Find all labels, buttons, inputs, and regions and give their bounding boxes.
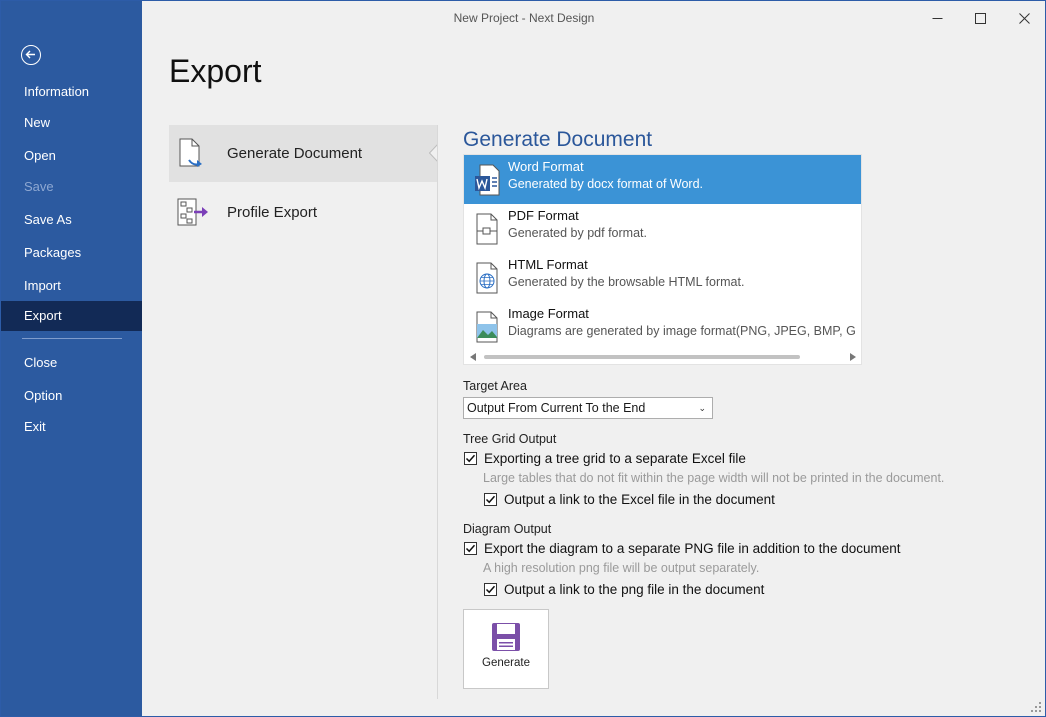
sidebar-item-exit[interactable]: Exit bbox=[1, 412, 142, 442]
maximize-icon[interactable] bbox=[965, 6, 995, 30]
word-file-icon bbox=[474, 164, 500, 196]
diagram-output-label: Diagram Output bbox=[463, 522, 552, 536]
back-arrow-icon[interactable] bbox=[21, 45, 41, 65]
sidebar-divider bbox=[22, 338, 122, 339]
section-title: Generate Document bbox=[463, 128, 653, 151]
sidebar-item-save-as[interactable]: Save As bbox=[1, 205, 142, 235]
sidebar-item-close[interactable]: Close bbox=[1, 348, 142, 378]
minimize-icon[interactable] bbox=[922, 6, 952, 30]
generate-button[interactable]: Generate bbox=[463, 609, 549, 689]
option-label: Generate Document bbox=[227, 145, 363, 162]
html-globe-icon bbox=[474, 262, 500, 294]
format-description: Diagrams are generated by image format(P… bbox=[508, 324, 856, 338]
scroll-left-icon[interactable] bbox=[470, 353, 476, 361]
format-description: Generated by the browsable HTML format. bbox=[508, 275, 745, 289]
format-list[interactable]: Word Format Generated by docx format of … bbox=[463, 154, 862, 365]
panel-divider bbox=[437, 125, 438, 699]
document-export-icon bbox=[177, 138, 209, 170]
window-title: New Project - Next Design bbox=[453, 11, 595, 25]
close-icon[interactable] bbox=[1009, 6, 1039, 30]
checkbox-checked-icon[interactable] bbox=[484, 493, 497, 506]
resize-grip-icon[interactable] bbox=[1031, 702, 1041, 712]
target-area-label: Target Area bbox=[463, 379, 527, 393]
format-item-image[interactable]: Image Format Diagrams are generated by i… bbox=[464, 302, 861, 351]
tree-grid-export-checkbox[interactable]: Exporting a tree grid to a separate Exce… bbox=[464, 451, 746, 466]
option-label: Profile Export bbox=[227, 204, 318, 221]
sidebar-item-export[interactable]: Export bbox=[1, 301, 142, 331]
diagram-export-checkbox[interactable]: Export the diagram to a separate PNG fil… bbox=[464, 541, 901, 556]
option-generate-document[interactable]: Generate Document bbox=[169, 125, 437, 182]
chevron-down-icon: ⌄ bbox=[698, 403, 706, 413]
tree-grid-label: Tree Grid Output bbox=[463, 432, 557, 446]
scroll-right-icon[interactable] bbox=[850, 353, 856, 361]
sidebar-item-save: Save bbox=[24, 179, 54, 194]
app-window: Information New Open Save Save As Packag… bbox=[0, 0, 1046, 717]
sidebar-item-option[interactable]: Option bbox=[1, 381, 142, 411]
scrollbar-thumb[interactable] bbox=[484, 355, 800, 359]
sidebar-item-import[interactable]: Import bbox=[1, 271, 142, 301]
backstage-sidebar: Information New Open Save Save As Packag… bbox=[1, 1, 142, 716]
format-item-pdf[interactable]: PDF Format Generated by pdf format. bbox=[464, 204, 861, 253]
tree-grid-link-checkbox[interactable]: Output a link to the Excel file in the d… bbox=[484, 492, 775, 507]
target-area-select[interactable]: Output From Current To the End ⌄ bbox=[463, 397, 713, 419]
sidebar-item-new[interactable]: New bbox=[1, 108, 142, 138]
checkbox-label: Output a link to the Excel file in the d… bbox=[504, 492, 775, 507]
format-item-html[interactable]: HTML Format Generated by the browsable H… bbox=[464, 253, 861, 302]
checkbox-label: Export the diagram to a separate PNG fil… bbox=[484, 541, 901, 556]
format-name: HTML Format bbox=[508, 257, 588, 272]
diagram-hint: A high resolution png file will be outpu… bbox=[483, 561, 760, 575]
diagram-link-checkbox[interactable]: Output a link to the png file in the doc… bbox=[484, 582, 764, 597]
checkbox-label: Output a link to the png file in the doc… bbox=[504, 582, 765, 597]
target-area-value: Output From Current To the End bbox=[467, 401, 646, 415]
tree-grid-hint: Large tables that do not fit within the … bbox=[483, 471, 945, 485]
option-profile-export[interactable]: Profile Export bbox=[169, 184, 437, 241]
sidebar-item-open[interactable]: Open bbox=[1, 141, 142, 171]
checkbox-checked-icon[interactable] bbox=[464, 542, 477, 555]
format-description: Generated by pdf format. bbox=[508, 226, 647, 240]
format-name: PDF Format bbox=[508, 208, 579, 223]
format-name: Image Format bbox=[508, 306, 589, 321]
page-title: Export bbox=[169, 53, 262, 89]
sidebar-item-information[interactable]: Information bbox=[1, 77, 142, 107]
profile-export-icon bbox=[177, 197, 209, 229]
horizontal-scrollbar[interactable] bbox=[464, 350, 861, 364]
format-item-word[interactable]: Word Format Generated by docx format of … bbox=[464, 155, 861, 204]
format-description: Generated by docx format of Word. bbox=[508, 177, 704, 191]
format-name: Word Format bbox=[508, 159, 584, 174]
save-disk-icon bbox=[492, 623, 520, 651]
checkbox-label: Exporting a tree grid to a separate Exce… bbox=[484, 451, 746, 466]
pdf-file-icon bbox=[474, 213, 500, 245]
checkbox-checked-icon[interactable] bbox=[464, 452, 477, 465]
image-file-icon bbox=[474, 311, 500, 343]
checkbox-checked-icon[interactable] bbox=[484, 583, 497, 596]
sidebar-item-packages[interactable]: Packages bbox=[1, 238, 142, 268]
generate-button-label: Generate bbox=[482, 657, 530, 669]
